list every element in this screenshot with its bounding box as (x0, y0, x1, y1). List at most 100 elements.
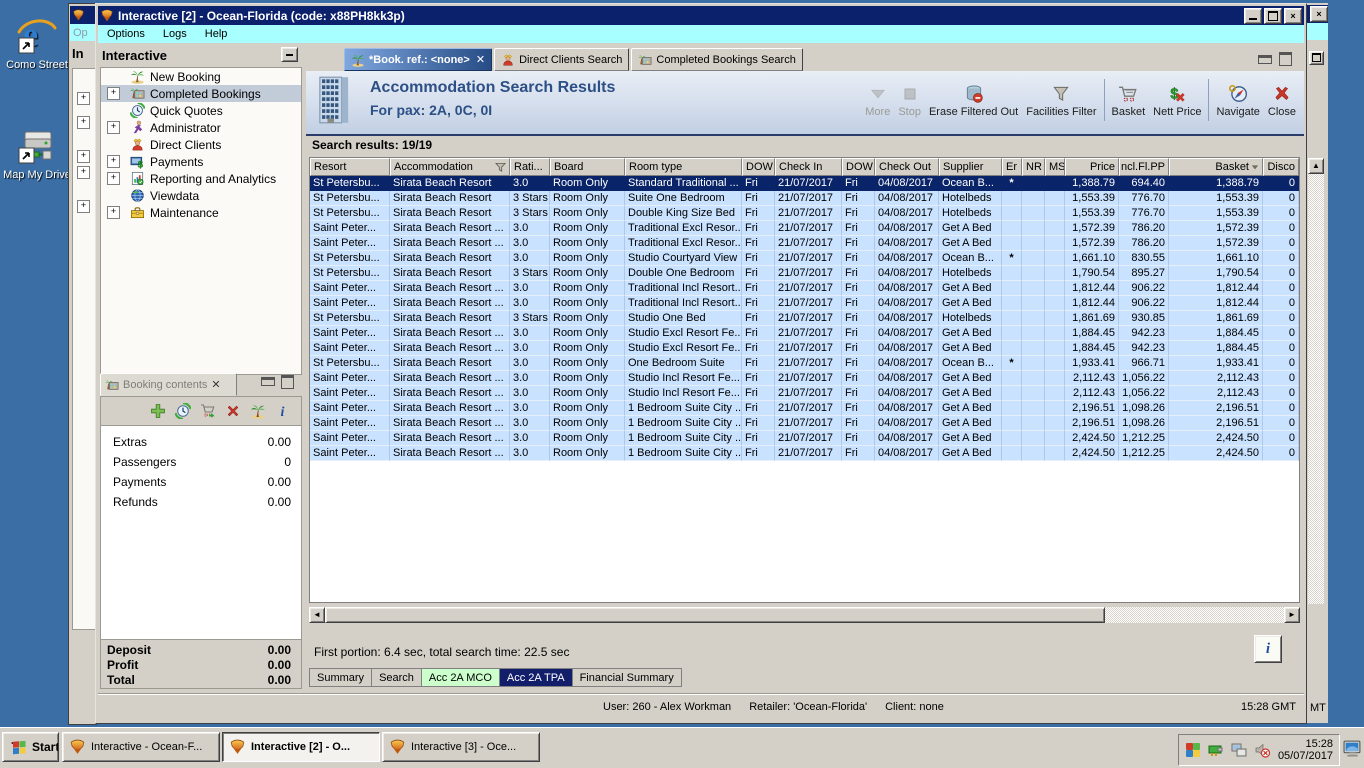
display-settings-icon[interactable] (1343, 739, 1362, 758)
desktop-icon-map-my-drive[interactable]: Map My Drive (2, 126, 72, 181)
table-row[interactable]: Saint Peter... Sirata Beach Resort ... 3.0… (310, 221, 1299, 236)
tree-expand-icon[interactable]: + (77, 150, 90, 163)
column-header-room-type[interactable]: Room type (625, 158, 742, 176)
column-header-check-out[interactable]: Check Out (875, 158, 939, 176)
table-row[interactable]: Saint Peter... Sirata Beach Resort ... 3.0… (310, 401, 1299, 416)
table-row[interactable]: St Petersbu... Sirata Beach Resort 3 Stars… (310, 266, 1299, 281)
tree-expand-icon[interactable]: + (107, 155, 120, 168)
sidebar-item-maintenance[interactable]: + Maintenance (101, 204, 301, 221)
toolbar-button-navigate[interactable]: Navigate (1212, 82, 1263, 121)
minimize-button[interactable] (1244, 7, 1262, 24)
toolbar-button-facilities-filter[interactable]: Facilities Filter (1022, 82, 1100, 121)
tree-expand-icon[interactable]: + (107, 87, 120, 100)
minimize-panel-icon[interactable] (1258, 55, 1272, 64)
column-header-resort[interactable]: Resort (310, 158, 390, 176)
tab-direct-clients-search[interactable]: Direct Clients Search (494, 48, 630, 71)
table-row[interactable]: Saint Peter... Sirata Beach Resort ... 3.0… (310, 296, 1299, 311)
column-header-check-in[interactable]: Check In (775, 158, 842, 176)
antivirus-icon[interactable] (1185, 742, 1201, 758)
delete-icon[interactable] (225, 403, 241, 419)
quick-quote-icon[interactable] (175, 403, 191, 419)
scrollbar-thumb[interactable] (325, 607, 1105, 623)
tab--book-ref-none-[interactable]: *Book. ref.: <none> ✕ (344, 48, 493, 71)
horizontal-scrollbar[interactable]: ◄ ► (309, 607, 1300, 623)
maximize-panel-icon[interactable] (281, 375, 294, 389)
toolbar-button-nett-price[interactable]: $ Nett Price (1149, 82, 1205, 121)
column-header-basket[interactable]: Basket (1169, 158, 1263, 176)
menu-item-help[interactable]: Help (196, 26, 237, 42)
task-button-interactive-2-o-[interactable]: Interactive [2] - O... (222, 732, 380, 762)
column-header-disco[interactable]: Disco (1263, 158, 1299, 176)
start-button[interactable]: Start (2, 732, 59, 762)
table-row[interactable]: Saint Peter... Sirata Beach Resort ... 3.0… (310, 236, 1299, 251)
booking-contents-row[interactable]: Extras 0.00 (101, 432, 301, 452)
bottom-tab-financial-summary[interactable]: Financial Summary (572, 668, 682, 687)
sidebar-item-administrator[interactable]: + Administrator (101, 119, 301, 136)
tree-expand-icon[interactable]: + (107, 172, 120, 185)
tab-completed-bookings-search[interactable]: Completed Bookings Search (631, 48, 803, 71)
table-row[interactable]: Saint Peter... Sirata Beach Resort ... 3.0… (310, 341, 1299, 356)
close-tab-icon[interactable]: ✕ (211, 378, 220, 391)
task-button-interactive-ocean-f-[interactable]: Interactive - Ocean-F... (62, 732, 220, 762)
booking-contents-row[interactable]: Refunds 0.00 (101, 492, 301, 512)
tree-expand-icon[interactable]: + (107, 206, 120, 219)
column-header-rati-[interactable]: Rati... (510, 158, 550, 176)
menu-item-logs[interactable]: Logs (154, 26, 196, 42)
filter-funnel-icon[interactable] (495, 162, 506, 173)
column-header-accommodation[interactable]: Accommodation (390, 158, 510, 176)
column-header-er[interactable]: Er (1002, 158, 1022, 176)
column-header-dow[interactable]: DOW (742, 158, 775, 176)
column-header-incl-fl-pp[interactable]: Incl.Fl.PP (1119, 158, 1169, 176)
sidebar-item-reporting-and-analytics[interactable]: + Reporting and Analytics (101, 170, 301, 187)
tree-expand-icon[interactable]: + (107, 121, 120, 134)
column-header-ms[interactable]: MS (1045, 158, 1065, 176)
table-row[interactable]: St Petersbu... Sirata Beach Resort 3 Stars… (310, 191, 1299, 206)
tree-expand-icon[interactable]: + (77, 200, 90, 213)
bottom-tab-summary[interactable]: Summary (309, 668, 373, 687)
close-button[interactable]: × (1284, 7, 1302, 24)
sidebar-item-viewdata[interactable]: Viewdata (101, 187, 301, 204)
table-row[interactable]: St Petersbu... Sirata Beach Resort 3.0 Room… (310, 176, 1299, 191)
background-window-right[interactable]: × ▲ MT (1305, 3, 1328, 723)
scroll-right-icon[interactable]: ► (1284, 607, 1300, 623)
close-button[interactable]: × (1310, 6, 1328, 22)
maximize-button[interactable] (1264, 7, 1282, 24)
table-row[interactable]: Saint Peter... Sirata Beach Resort ... 3.0… (310, 386, 1299, 401)
table-row[interactable]: St Petersbu... Sirata Beach Resort 3 Stars… (310, 206, 1299, 221)
booking-contents-row[interactable]: Payments 0.00 (101, 472, 301, 492)
close-tab-icon[interactable]: ✕ (476, 53, 485, 66)
sidebar-item-quick-quotes[interactable]: Quick Quotes (101, 102, 301, 119)
task-button-interactive-3-oce-[interactable]: Interactive [3] - Oce... (382, 732, 540, 762)
maximize-panel-icon[interactable] (1309, 51, 1324, 65)
table-row[interactable]: St Petersbu... Sirata Beach Resort 3 Stars… (310, 311, 1299, 326)
basket-go-icon[interactable] (200, 403, 216, 419)
desktop-icon-como-street[interactable]: e Como Street (2, 16, 72, 71)
info-icon[interactable]: i (275, 403, 291, 419)
sidebar-item-direct-clients[interactable]: Direct Clients (101, 136, 301, 153)
table-row[interactable]: Saint Peter... Sirata Beach Resort ... 3.0… (310, 416, 1299, 431)
bottom-tab-acc-2a-mco[interactable]: Acc 2A MCO (421, 668, 500, 687)
column-header-nr[interactable]: NR (1022, 158, 1045, 176)
table-row[interactable]: Saint Peter... Sirata Beach Resort ... 3.0… (310, 371, 1299, 386)
table-row[interactable]: Saint Peter... Sirata Beach Resort ... 3.0… (310, 431, 1299, 446)
tray-date[interactable]: 05/07/2017 (1278, 750, 1333, 762)
speaker-muted-icon[interactable] (1254, 742, 1270, 758)
toolbar-button-close[interactable]: Close (1264, 82, 1300, 121)
column-header-price[interactable]: Price (1065, 158, 1119, 176)
restore-panel-icon[interactable] (1279, 52, 1292, 66)
scroll-left-icon[interactable]: ◄ (309, 607, 325, 623)
column-header-dow[interactable]: DOW (842, 158, 875, 176)
tree-expand-icon[interactable]: + (77, 116, 90, 129)
booking-contents-tab[interactable]: Booking contents ✕ (100, 373, 237, 396)
tree-expand-icon[interactable]: + (77, 166, 90, 179)
tray-clock[interactable]: 15:28 (1278, 738, 1333, 750)
sidebar-item-completed-bookings[interactable]: + Completed Bookings (101, 85, 301, 102)
table-row[interactable]: St Petersbu... Sirata Beach Resort 3.0 Room… (310, 251, 1299, 266)
bottom-tab-search[interactable]: Search (372, 668, 422, 687)
toolbar-button-erase-filtered-out[interactable]: Erase Filtered Out (925, 82, 1022, 121)
column-header-supplier[interactable]: Supplier (939, 158, 1002, 176)
table-row[interactable]: Saint Peter... Sirata Beach Resort ... 3.0… (310, 281, 1299, 296)
sidebar-item-payments[interactable]: + $ Payments (101, 153, 301, 170)
menu-item-options[interactable]: Options (98, 26, 154, 42)
collapse-panel-icon[interactable] (281, 47, 298, 62)
